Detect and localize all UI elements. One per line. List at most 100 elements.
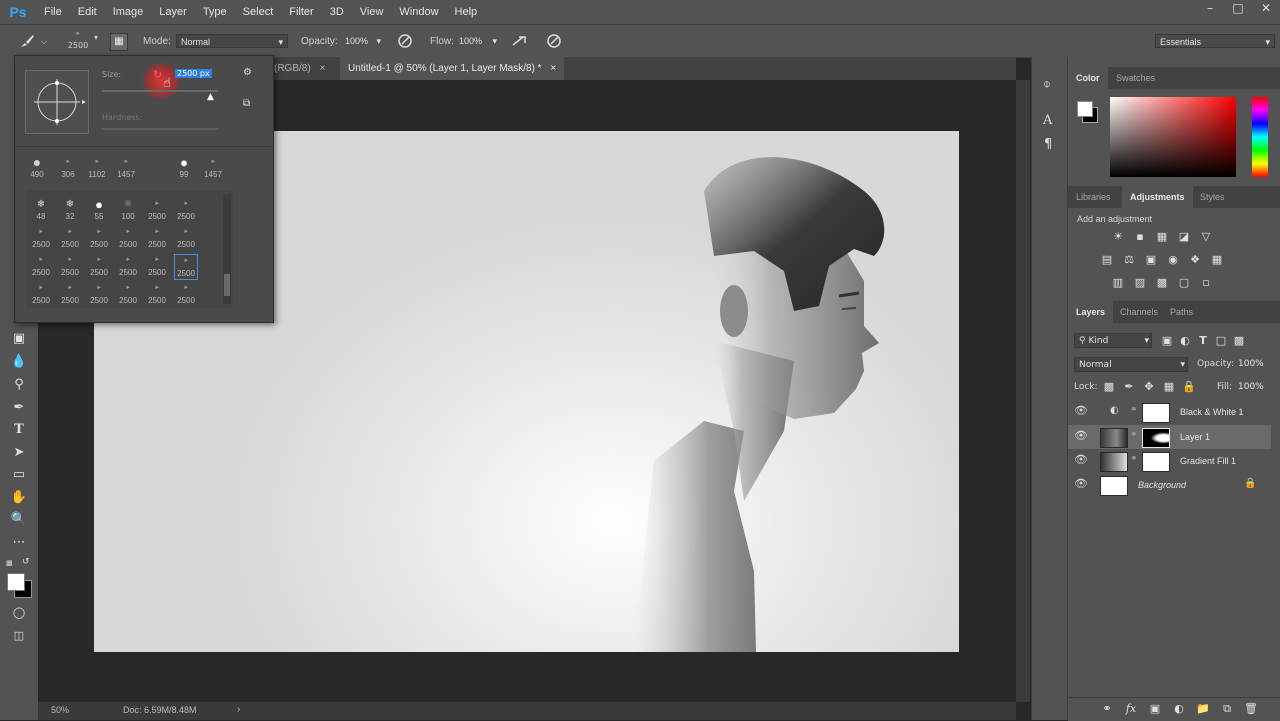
brush-preset[interactable]: ‣ 2500 [116,226,140,252]
hue-saturation-icon[interactable]: ▤ [1100,253,1114,267]
tab-swatches[interactable]: Swatches [1108,67,1163,89]
tab-adjustments[interactable]: Adjustments [1122,186,1193,208]
brush-list-scrollbar[interactable] [223,194,231,304]
lock-artboard-icon[interactable]: ▦ [1162,380,1176,394]
close-icon[interactable]: × [550,63,556,74]
filter-type-icon[interactable]: T [1196,334,1210,348]
size-slider-handle[interactable]: ▲ [207,92,214,102]
layer-name[interactable]: Black & White 1 [1180,400,1244,424]
layer-row[interactable]: 👁 ⚭ Gradient Fill 1 [1068,449,1271,473]
layer-style-fx-icon[interactable]: fx [1124,702,1138,716]
swap-colors-icon[interactable]: ↺ [22,557,32,567]
layer-mask-thumbnail[interactable] [1142,452,1170,472]
paragraph-icon[interactable]: ¶ [1044,137,1052,152]
brush-preset[interactable]: ‣ 2500 [29,282,53,308]
lock-all-icon[interactable]: 🔒 [1182,380,1196,394]
opacity-field[interactable]: 100% ▾ [341,34,385,48]
layer-mask-thumbnail[interactable] [1142,428,1170,448]
brush-preset[interactable]: ‣ 1457 [114,156,138,182]
pressure-size-icon[interactable] [546,33,562,49]
brush-preset[interactable]: ‣ 2500 [116,282,140,308]
pen-tool-icon[interactable]: ✒ [9,398,29,418]
selective-color-icon[interactable]: ▢ [1177,276,1191,290]
vibrance-icon[interactable]: ▽ [1199,230,1213,244]
reset-size-icon[interactable]: ↻ [153,68,162,81]
screen-mode-icon[interactable]: ◫ [9,626,29,646]
brush-preset[interactable]: ‣ 2500 [145,198,169,224]
brush-preset[interactable]: ‣ 2500 [87,254,111,280]
hand-tool-icon[interactable]: ✋ [9,488,29,508]
zoom-tool-icon[interactable]: 🔍 [9,510,29,530]
tab-channels[interactable]: Channels [1112,301,1166,323]
gradient-map-icon[interactable]: ▫ [1199,276,1213,290]
lock-transparent-icon[interactable]: ▩ [1102,380,1116,394]
layer-row-selected[interactable]: 👁 ⚭ Layer 1 [1068,425,1271,449]
brush-preset[interactable]: ‣ 306 [56,156,80,182]
curves-icon[interactable]: ▦ [1155,230,1169,244]
maximize-button[interactable]: □ [1224,0,1252,18]
gradient-tool-icon[interactable]: ▣ [9,329,29,349]
foreground-color-chip[interactable] [1077,101,1093,117]
new-layer-icon[interactable]: ⧉ [1220,702,1234,716]
size-slider-track[interactable] [102,90,218,92]
filter-smart-object-icon[interactable]: ▩ [1232,334,1246,348]
layer-filter-dropdown[interactable]: ⚲ Kind ▾ [1074,333,1152,348]
brush-preset[interactable]: ‣ 2500 [29,254,53,280]
brush-preset[interactable]: ‣ 2500 [145,226,169,252]
brush-preset[interactable]: ‣ 2500 [29,226,53,252]
brightness-icon[interactable]: ☀ [1111,230,1125,244]
rectangle-tool-icon[interactable]: ▭ [9,465,29,485]
layer-row[interactable]: 👁 ◐ ⚭ Black & White 1 [1068,400,1271,424]
exposure-icon[interactable]: ◪ [1177,230,1191,244]
close-icon[interactable]: × [319,63,325,74]
brush-preset[interactable]: ● 490 [25,155,49,182]
photo-filter-icon[interactable]: ◉ [1166,253,1180,267]
visibility-eye-icon[interactable]: 👁 [1074,404,1088,418]
flow-field[interactable]: 100% ▾ [455,34,501,48]
brush-preset[interactable]: ‣ 2500 [145,254,169,280]
path-selection-tool-icon[interactable]: ➤ [9,443,29,463]
status-menu-arrow-icon[interactable]: › [237,704,240,715]
brush-preset-preview[interactable]: ‣ 2500 [64,29,92,53]
brush-angle-preview[interactable] [25,70,89,134]
tab-libraries[interactable]: Libraries [1068,186,1119,208]
color-picker-field[interactable] [1110,97,1236,177]
brush-preset[interactable]: ‣ 2500 [58,226,82,252]
fill-value[interactable]: 100% [1238,382,1264,392]
menu-filter[interactable]: Filter [281,6,321,18]
brush-preset[interactable]: ‣ 2500 [87,282,111,308]
visibility-eye-icon[interactable]: 👁 [1074,429,1088,443]
airbrush-icon[interactable] [511,33,529,49]
threshold-icon[interactable]: ▩ [1155,276,1169,290]
close-window-button[interactable]: ✕ [1252,0,1280,18]
brush-preset[interactable]: ❄ 32 [58,198,82,224]
tab-document-1[interactable]: (RGB/8) × [266,57,333,80]
color-balance-icon[interactable]: ⚖ [1122,253,1136,267]
more-tools-icon[interactable]: ⋯ [9,533,29,553]
delete-layer-icon[interactable]: 🗑 [1244,702,1258,716]
link-layers-icon[interactable]: ⚭ [1100,702,1114,716]
menu-view[interactable]: View [352,6,392,18]
brush-preset[interactable]: ‣ 2500 [174,226,198,252]
workspace-dropdown[interactable]: Essentials ▾ [1155,34,1275,48]
posterize-icon[interactable]: ▨ [1133,276,1147,290]
color-lookup-icon[interactable]: ▦ [1210,253,1224,267]
layer-thumbnail[interactable] [1100,428,1128,448]
new-group-icon[interactable]: 📁 [1196,702,1210,716]
brush-preset[interactable]: ‣ 2500 [145,282,169,308]
brush-preset[interactable]: ‣ 2500 [58,282,82,308]
tab-color[interactable]: Color [1068,67,1108,89]
filter-pixel-icon[interactable]: ▣ [1160,334,1174,348]
menu-edit[interactable]: Edit [70,6,105,18]
brush-preset[interactable]: ❄ 48 [29,198,53,224]
brush-dropdown-arrow-icon[interactable]: ▾ [94,33,98,42]
lock-position-icon[interactable]: ✥ [1142,380,1156,394]
brush-panel-toggle-icon[interactable]: ▦ [110,33,128,51]
hardness-slider-track[interactable] [102,128,218,130]
new-preset-icon[interactable]: ⧉ [243,98,250,109]
layer-opacity-value[interactable]: 100% [1238,359,1264,369]
blend-mode-dropdown[interactable]: Normal ▾ [1074,357,1188,372]
visibility-eye-icon[interactable]: 👁 [1074,477,1088,491]
lock-image-icon[interactable]: ✒ [1122,380,1136,394]
filter-adjustment-icon[interactable]: ◐ [1178,334,1192,348]
